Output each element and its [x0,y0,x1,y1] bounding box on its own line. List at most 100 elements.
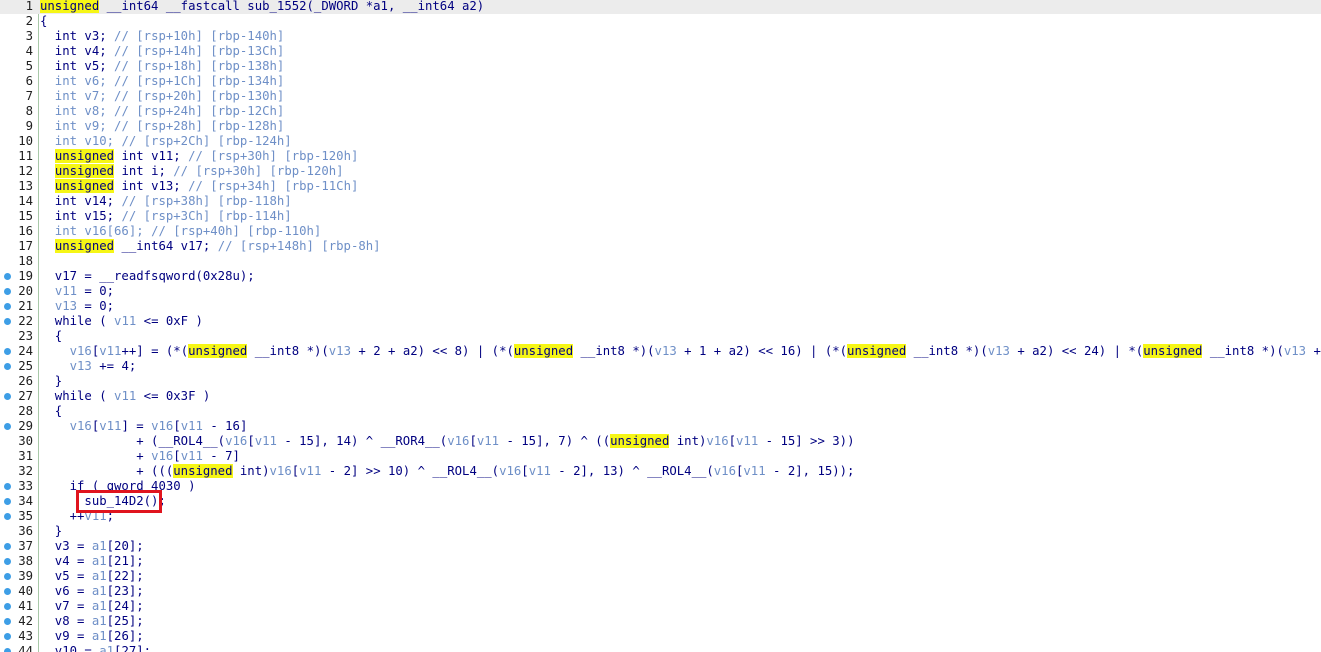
code-line[interactable]: 36 } [0,524,1321,539]
breakpoint-dot-icon[interactable] [4,318,11,325]
line-number: 25 [18,359,33,373]
breakpoint-dot-icon[interactable] [4,603,11,610]
line-number: 39 [18,569,33,583]
code-token: v11 [99,419,122,433]
code-text: { [40,329,62,344]
code-line[interactable]: 19 v17 = __readfsqword(0x28u); [0,269,1321,284]
code-token: a1 [91,569,107,583]
pseudocode-view[interactable]: 1 unsigned __int64 __fastcall sub_1552(_D… [0,0,1321,652]
code-line[interactable]: 32 + (((unsigned int)v16[v11 - 2] >> 10)… [0,464,1321,479]
breakpoint-dot-icon[interactable] [4,483,11,490]
code-line[interactable]: 13 unsigned int v13; // [rsp+34h] [rbp-1… [0,179,1321,194]
code-line[interactable]: 44 v10 = a1[27]; [0,644,1321,652]
code-token: = 0; [77,299,115,313]
code-line[interactable]: 41 v7 = a1[24]; [0,599,1321,614]
code-line[interactable]: 9 int v9; // [rsp+28h] [rbp-128h] [0,119,1321,134]
breakpoint-dot-icon[interactable] [4,573,11,580]
code-line[interactable]: 14 int v14; // [rsp+38h] [rbp-118h] [0,194,1321,209]
code-line[interactable]: 10 int v10; // [rsp+2Ch] [rbp-124h] [0,134,1321,149]
code-line[interactable]: 16 int v16[66]; // [rsp+40h] [rbp-110h] [0,224,1321,239]
code-line[interactable]: 29 v16[v11] = v16[v11 - 16] [0,419,1321,434]
breakpoint-dot-icon[interactable] [4,273,11,280]
code-line[interactable]: 33 if ( qword_4030 ) [0,479,1321,494]
code-line[interactable]: 25 v13 += 4; [0,359,1321,374]
code-token: + (__ROL4__( [40,434,226,448]
code-token: + [40,449,152,463]
code-line[interactable]: 30 + (__ROL4__(v16[v11 - 15], 14) ^ __RO… [0,434,1321,449]
code-line[interactable]: 8 int v8; // [rsp+24h] [rbp-12Ch] [0,104,1321,119]
code-line[interactable]: 26 } [0,374,1321,389]
line-number: 6 [25,74,33,88]
code-line[interactable]: 3 int v3; // [rsp+10h] [rbp-140h] [0,29,1321,44]
code-text: while ( v11 <= 0xF ) [40,314,203,329]
breakpoint-dot-icon[interactable] [4,393,11,400]
code-token: + 3 + a2); [1313,344,1321,358]
code-line[interactable]: 17 unsigned __int64 v17; // [rsp+148h] [… [0,239,1321,254]
code-line[interactable]: 31 + v16[v11 - 7] [0,449,1321,464]
code-line[interactable]: 34 sub_14D2(); [0,494,1321,509]
code-token: v11 [743,464,766,478]
breakpoint-dot-icon[interactable] [4,633,11,640]
code-token: int v8; [40,104,115,118]
code-line[interactable]: 4 int v4; // [rsp+14h] [rbp-13Ch] [0,44,1321,59]
breakpoint-dot-icon[interactable] [4,543,11,550]
code-line[interactable]: 22 while ( v11 <= 0xF ) [0,314,1321,329]
comment: // [rsp+20h] [rbp-130h] [114,89,285,103]
code-line[interactable]: 42 v8 = a1[25]; [0,614,1321,629]
breakpoint-dot-icon[interactable] [4,303,11,310]
breakpoint-dot-icon[interactable] [4,648,11,652]
line-number: 2 [25,14,33,28]
code-text: int v10; // [rsp+2Ch] [rbp-124h] [40,134,292,149]
code-line[interactable]: 35 ++v11; [0,509,1321,524]
breakpoint-dot-icon[interactable] [4,618,11,625]
code-line[interactable]: 40 v6 = a1[23]; [0,584,1321,599]
code-token: int v3; [40,29,115,43]
breakpoint-dot-icon[interactable] [4,558,11,565]
code-line[interactable]: 12 unsigned int i; // [rsp+30h] [rbp-120… [0,164,1321,179]
code-token: int) [232,464,270,478]
code-token: __int8 *)( [247,344,329,358]
code-line[interactable]: 18 [0,254,1321,269]
code-line[interactable]: 39 v5 = a1[22]; [0,569,1321,584]
code-text: + (__ROL4__(v16[v11 - 15], 14) ^ __ROR4_… [40,434,854,449]
line-number: 42 [18,614,33,628]
code-line[interactable]: 43 v9 = a1[26]; [0,629,1321,644]
code-line[interactable]: 1 unsigned __int64 __fastcall sub_1552(_D… [0,0,1321,14]
code-line[interactable]: 20 v11 = 0; [0,284,1321,299]
code-token: v11 [99,344,122,358]
breakpoint-dot-icon[interactable] [4,423,11,430]
code-line[interactable]: 28 { [0,404,1321,419]
keyword-highlight: unsigned [610,434,670,448]
code-token: - 2], 13) ^ __ROL4__( [550,464,714,478]
breakpoint-dot-icon[interactable] [4,588,11,595]
code-text: v9 = a1[26]; [40,629,144,644]
code-token: v16 [713,464,736,478]
code-token: v13 [328,344,351,358]
breakpoint-dot-icon[interactable] [4,513,11,520]
breakpoint-dot-icon[interactable] [4,348,11,355]
breakpoint-dot-icon[interactable] [4,363,11,370]
code-line[interactable]: 38 v4 = a1[21]; [0,554,1321,569]
code-line[interactable]: 24 v16[v11++] = (*(unsigned __int8 *)(v1… [0,344,1321,359]
line-number: 34 [18,494,33,508]
code-line[interactable]: 27 while ( v11 <= 0x3F ) [0,389,1321,404]
code-token: int v4; [40,44,115,58]
code-line[interactable]: 23 { [0,329,1321,344]
breakpoint-dot-icon[interactable] [4,498,11,505]
breakpoint-dot-icon[interactable] [4,288,11,295]
code-line[interactable]: 6 int v6; // [rsp+1Ch] [rbp-134h] [0,74,1321,89]
code-line[interactable]: 5 int v5; // [rsp+18h] [rbp-138h] [0,59,1321,74]
code-line[interactable]: 2{ [0,14,1321,29]
comment: // [rsp+1Ch] [rbp-134h] [114,74,285,88]
code-text: unsigned int v13; // [rsp+34h] [rbp-11Ch… [40,179,358,194]
code-text: v16[v11++] = (*(unsigned __int8 *)(v13 +… [40,344,1321,359]
code-line[interactable]: 15 int v15; // [rsp+3Ch] [rbp-114h] [0,209,1321,224]
code-token: v16 [69,419,92,433]
code-line[interactable]: 11 unsigned int v11; // [rsp+30h] [rbp-1… [0,149,1321,164]
code-line[interactable]: 37 v3 = a1[20]; [0,539,1321,554]
code-token: v11 [476,434,500,448]
code-token: { [40,329,63,343]
code-line[interactable]: 21 v13 = 0; [0,299,1321,314]
code-line[interactable]: 7 int v7; // [rsp+20h] [rbp-130h] [0,89,1321,104]
